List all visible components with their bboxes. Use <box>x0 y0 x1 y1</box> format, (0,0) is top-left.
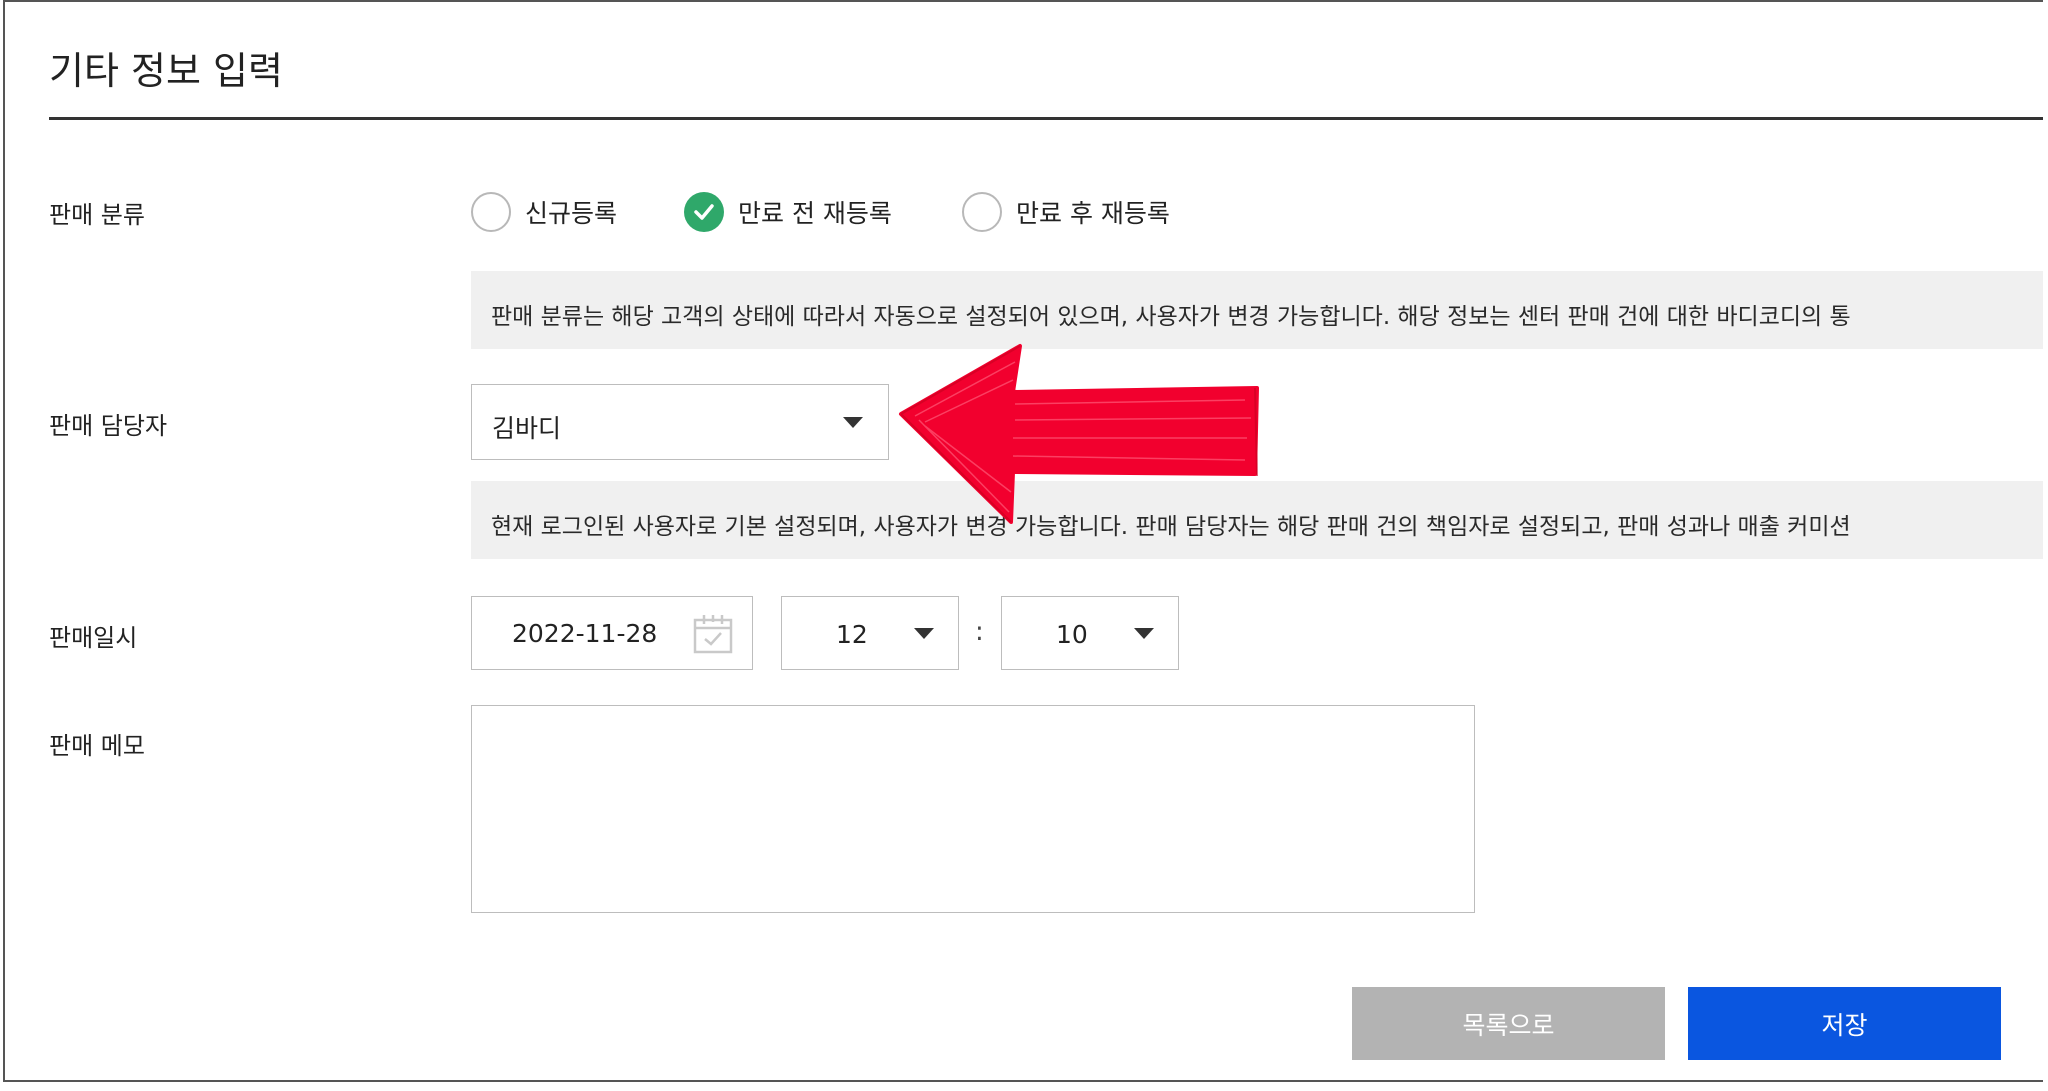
time-separator: : <box>975 617 984 647</box>
radio-circle <box>471 192 511 232</box>
sale-type-help-text: 판매 분류는 해당 고객의 상태에 따라서 자동으로 설정되어 있으며, 사용자… <box>491 304 1851 330</box>
sale-minute-value: 10 <box>1056 620 1088 649</box>
sale-date-input[interactable]: 2022-11-28 <box>471 596 753 670</box>
sale-hour-value: 12 <box>836 620 868 649</box>
radio-label: 만료 후 재등록 <box>1016 199 1170 228</box>
sale-minute-select[interactable]: 10 <box>1001 596 1179 670</box>
radio-renew-before-expiry[interactable]: 만료 전 재등록 <box>684 191 892 233</box>
save-button[interactable]: 저장 <box>1688 987 2001 1060</box>
back-to-list-button[interactable]: 목록으로 <box>1352 987 1665 1060</box>
radio-circle-checked <box>684 192 724 232</box>
memo-textarea[interactable] <box>471 705 1475 913</box>
sale-hour-select[interactable]: 12 <box>781 596 959 670</box>
title-divider <box>49 117 2043 120</box>
sales-rep-select[interactable]: 김바디 <box>471 384 889 460</box>
sale-datetime-label: 판매일시 <box>49 624 138 652</box>
sales-rep-label: 판매 담당자 <box>49 412 168 440</box>
memo-label: 판매 메모 <box>49 732 145 760</box>
caret-down-icon <box>914 628 934 639</box>
radio-new-registration[interactable]: 신규등록 <box>471 191 617 233</box>
sale-type-label: 판매 분류 <box>49 201 145 229</box>
sales-rep-help-text: 현재 로그인된 사용자로 기본 설정되며, 사용자가 변경 가능합니다. 판매 … <box>491 514 1851 540</box>
sale-date-value: 2022-11-28 <box>512 619 658 648</box>
caret-down-icon <box>1134 628 1154 639</box>
radio-label: 신규등록 <box>525 199 618 228</box>
radio-label: 만료 전 재등록 <box>738 199 892 228</box>
sales-rep-value: 김바디 <box>492 414 562 443</box>
check-icon <box>694 204 714 220</box>
caret-down-icon <box>843 417 863 428</box>
section-title: 기타 정보 입력 <box>49 49 283 93</box>
radio-renew-after-expiry[interactable]: 만료 후 재등록 <box>962 191 1170 233</box>
calendar-icon[interactable] <box>692 613 734 655</box>
sale-type-help-box: 판매 분류는 해당 고객의 상태에 따라서 자동으로 설정되어 있으며, 사용자… <box>471 271 2043 349</box>
form-panel: 기타 정보 입력 판매 분류 신규등록 만료 전 재등록 만료 후 재등록 판매… <box>3 0 2043 1082</box>
sales-rep-help-box: 현재 로그인된 사용자로 기본 설정되며, 사용자가 변경 가능합니다. 판매 … <box>471 481 2043 559</box>
radio-circle <box>962 192 1002 232</box>
